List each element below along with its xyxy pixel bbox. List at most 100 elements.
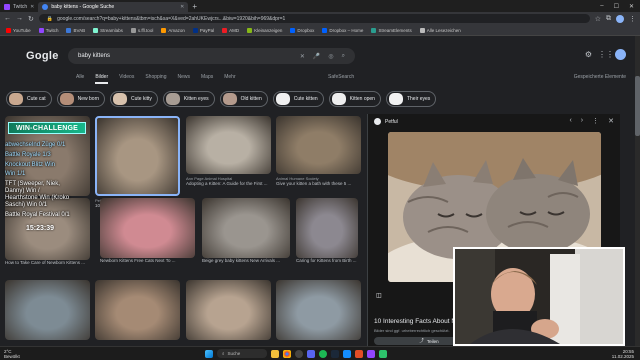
bookmark-item[interactable]: StreamElements [371,27,412,33]
bookmark-item[interactable]: Kleinanzeigen [247,27,282,33]
app-icon[interactable] [379,349,387,358]
tab-mehr[interactable]: Mehr [224,74,235,84]
related-search-chip[interactable]: Cute kitten [272,91,324,107]
image-result[interactable]: Newborn Kittens Free Cats Next To ... [100,198,195,263]
forward-icon[interactable]: → [16,15,23,22]
image-result[interactable] [5,280,90,340]
more-options-icon[interactable]: ⋮ [592,117,599,125]
image-result[interactable] [186,280,271,340]
chrome-icon[interactable] [283,349,291,358]
bookmark-item[interactable]: AMD [222,27,240,33]
page-scrollbar[interactable] [635,36,640,346]
related-search-chip[interactable]: Kitten open [328,91,381,107]
taskbar-search[interactable]: ⌕ Suche [217,349,267,358]
streamer-webcam-image [455,249,623,344]
challenge-line: Battle Royal Festival 0/1 [5,212,70,218]
bookmark-item[interactable]: s.ffl.tool [130,27,153,33]
browser-tab-bar: Twitch ✕ baby kittens - Google Suche ✕ +… [0,0,640,12]
related-search-chips: Cute cat New born Cute kitty Kitten eyes Old… [6,91,437,107]
related-search-chip[interactable]: Their eyes [385,91,437,107]
weather-widget[interactable]: 2°C Bewölkt [4,349,20,359]
panel-source[interactable]: Petful [385,119,398,125]
chip-label: Kitten eyes [183,96,209,102]
search-box[interactable]: baby kittens ✕ 🎤 ◎ ⌕ [68,48,355,64]
related-search-chip[interactable]: Cute kitty [110,91,158,107]
discord-icon[interactable] [307,349,315,358]
url-field[interactable]: 🔒 google.com/search?q=baby+kittens&tbm=i… [38,14,590,23]
image-result[interactable] [95,280,180,340]
tab-alle[interactable]: Alle [76,74,84,84]
bookmark-item[interactable]: Twitch [38,27,58,33]
bookmark-item[interactable]: Alle Lesezeichen [419,27,461,33]
challenge-line: abwechselnd Züge 0/1 [5,142,66,148]
tab-videos[interactable]: Videos [119,74,134,84]
source-favicon-icon [374,118,381,125]
bookmark-item[interactable]: BVAB [66,27,85,33]
tab-shopping[interactable]: Shopping [145,74,166,84]
bookmark-item[interactable]: Streamlabs [93,27,123,33]
scrollbar-thumb[interactable] [635,76,640,136]
close-icon[interactable]: ✕ [180,4,184,10]
next-icon[interactable]: › [581,117,583,125]
challenge-line: Hearthstone Win (Kroko [5,195,70,201]
reload-icon[interactable]: ↻ [28,15,34,23]
file-explorer-icon[interactable] [271,349,279,358]
window-controls: – ☐ ✕ [600,3,640,10]
camera-icon[interactable]: ◎ [328,53,333,60]
menu-icon[interactable]: ⋮ [629,15,636,23]
tab-maps[interactable]: Maps [201,74,213,84]
image-result[interactable]: Caring for Kittens from Birth ... [296,198,358,263]
close-window-icon[interactable]: ✕ [629,3,634,10]
visual-search-icon[interactable]: ◫ [376,292,382,299]
new-tab-icon[interactable]: + [192,2,197,11]
related-search-chip[interactable]: Old kitten [219,91,268,107]
bookmark-item[interactable]: PayPal [192,27,214,33]
related-search-chip[interactable]: New born [56,91,106,107]
bookmark-item[interactable]: Amazon [161,27,185,33]
challenge-line: Saschi) Win 0/1 [5,202,48,208]
extensions-icon[interactable]: ⧉ [606,15,611,23]
close-icon[interactable]: ✕ [30,4,34,10]
bookmark-label: AMD [229,27,240,33]
related-search-chip[interactable]: Cute cat [6,91,52,107]
battlenet-icon[interactable] [343,349,351,358]
bookmark-item[interactable]: Dropbox [290,27,314,33]
system-clock[interactable]: 20:55 11.02.2025 [612,349,634,359]
result-caption: Caring for Kittens from Birth ... [296,258,357,263]
app-icon[interactable] [355,349,363,358]
google-logo[interactable]: Gogle [26,50,59,62]
image-result[interactable]: Ann Page Animal Hospital Adopting a Kitte… [186,116,271,186]
image-result[interactable] [276,280,361,340]
saved-collections-link[interactable]: Gespeicherte Elemente [574,74,626,80]
star-icon[interactable]: ☆ [595,15,601,23]
avatar[interactable] [615,49,626,60]
search-icon[interactable]: ⌕ [342,53,345,60]
safesearch-toggle[interactable]: SafeSearch [328,74,354,80]
bookmark-item[interactable]: YouTube [6,27,31,33]
bookmark-item[interactable]: Dropbox – Home [322,27,363,33]
stream-timer: 15:23:39 [26,225,55,232]
windows-start-icon[interactable] [205,349,213,358]
clear-icon[interactable]: ✕ [300,53,305,60]
close-icon[interactable]: ✕ [608,117,614,125]
prev-icon[interactable]: ‹ [569,117,571,125]
steam-icon[interactable] [331,349,339,358]
minimize-icon[interactable]: – [600,3,603,10]
gear-icon[interactable]: ⚙ [585,50,592,59]
tab-bilder[interactable]: Bilder [95,74,109,84]
image-result[interactable]: Petful10 Interesting Facts About Newborn… [95,116,180,208]
tab-google-search[interactable]: baby kittens - Google Suche ✕ [38,2,189,12]
profile-icon[interactable] [616,14,624,23]
image-result[interactable]: Animal Humane Society Give your kitten a … [276,116,361,186]
obs-icon[interactable] [295,349,303,358]
maximize-icon[interactable]: ☐ [614,3,619,10]
spotify-icon[interactable] [319,349,327,358]
microphone-icon[interactable]: 🎤 [313,53,320,60]
tab-twitch[interactable]: Twitch ✕ [0,2,38,12]
related-search-chip[interactable]: Kitten eyes [162,91,215,107]
app-icon[interactable] [367,349,375,358]
tab-news[interactable]: News [177,74,190,84]
image-result[interactable]: Beige grey baby kittens New Arrivals ... [202,198,290,263]
apps-grid-icon[interactable]: ⋮⋮ [598,50,614,59]
back-icon[interactable]: ← [4,15,11,22]
